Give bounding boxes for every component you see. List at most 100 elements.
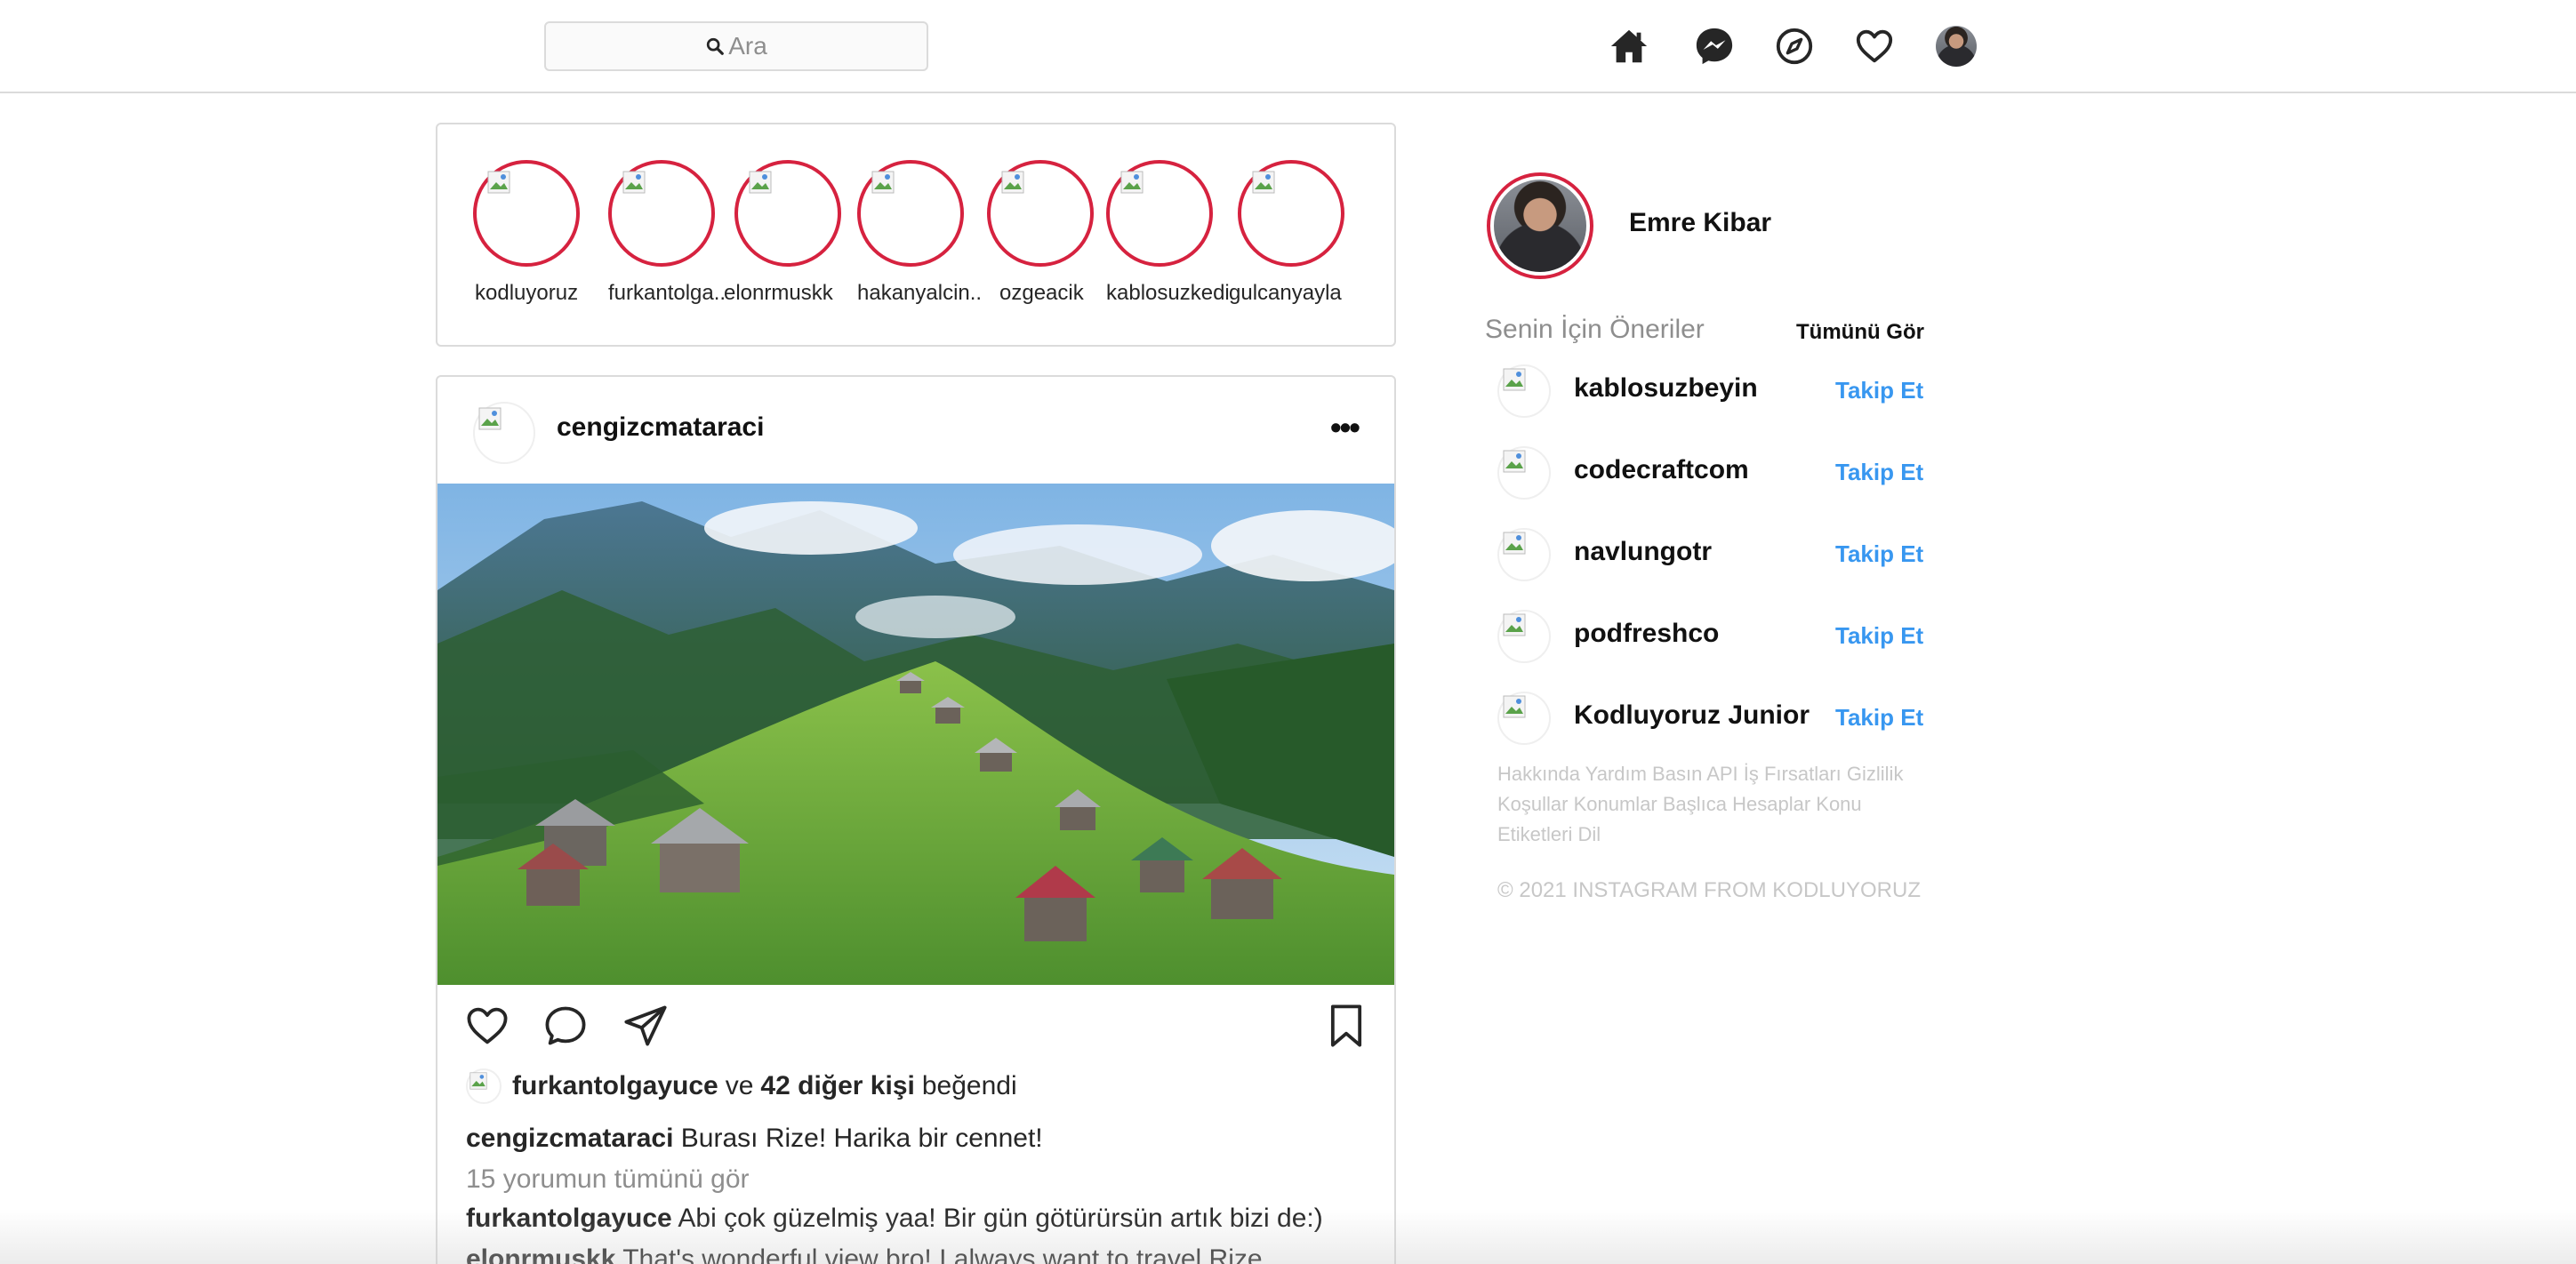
suggestion-username[interactable]: navlungotr (1574, 537, 1712, 567)
suggestion-row: Kodluyoruz Junior Takip Et (1497, 692, 1928, 745)
follow-button[interactable]: Takip Et (1835, 459, 1923, 486)
suggestion-row: navlungotr Takip Et (1497, 528, 1928, 581)
home-icon[interactable] (1608, 25, 1650, 68)
story-ring (1106, 160, 1213, 267)
mountain-village-photo (437, 484, 1394, 985)
likes-summary: furkantolgayuce ve 42 diğer kişi beğendi (466, 1068, 1017, 1104)
story-item[interactable] (857, 160, 964, 267)
see-all-link[interactable]: Tümünü Gör (1796, 320, 1924, 345)
suggestion-username[interactable]: podfreshco (1574, 619, 1719, 649)
suggestion-row: podfreshco Takip Et (1497, 610, 1928, 663)
broken-image-icon (1252, 171, 1275, 194)
story-label: furkantolga.. (608, 281, 726, 305)
suggestion-row: codecraftcom Takip Et (1497, 446, 1928, 500)
profile-avatar[interactable] (1935, 25, 1978, 68)
comment-button[interactable] (542, 1003, 589, 1053)
bookmark-icon (1330, 1004, 1362, 1047)
story-label: gulcanyayla (1229, 281, 1342, 305)
avatar (1936, 26, 1977, 67)
broken-image-icon (871, 171, 895, 194)
suggestion-username[interactable]: codecraftcom (1574, 455, 1749, 485)
story-label: kablosuzkedi (1106, 281, 1230, 305)
broken-image-icon (1503, 613, 1526, 636)
view-all-comments-link[interactable]: 15 yorumun tümünü gör (466, 1164, 750, 1195)
follow-button[interactable]: Takip Et (1835, 704, 1923, 732)
story-item[interactable] (608, 160, 715, 267)
suggestion-username[interactable]: Kodluyoruz Junior (1574, 700, 1810, 731)
post-photo[interactable] (437, 484, 1394, 985)
post-header: cengizcmataraci ••• (437, 377, 1394, 484)
like-button[interactable] (464, 1003, 510, 1053)
broken-image-icon (1503, 450, 1526, 473)
story-label: elonrmuskk (724, 281, 833, 305)
post-caption: cengizcmataraci Burası Rize! Harika bir … (466, 1124, 1043, 1154)
story-item[interactable] (987, 160, 1094, 267)
comment-item: furkantolgayuce Abi çok güzelmiş yaa! Bi… (466, 1204, 1323, 1234)
suggestion-username[interactable]: kablosuzbeyin (1574, 373, 1758, 404)
likes-connector: ve (725, 1071, 754, 1100)
top-navbar: Ara (0, 0, 2576, 93)
liker-username[interactable]: furkantolgayuce (512, 1071, 718, 1101)
suggestion-avatar[interactable] (1497, 528, 1551, 581)
story-item[interactable] (734, 160, 841, 267)
broken-image-icon (478, 407, 502, 430)
broken-image-icon (487, 171, 510, 194)
caption-username[interactable]: cengizcmataraci (466, 1124, 673, 1153)
post-author-username[interactable]: cengizcmataraci (557, 412, 764, 443)
feed-post: cengizcmataraci ••• furkantolgayuce ve 4… (436, 375, 1396, 1264)
comment-text: Abi çok güzelmiş yaa! Bir gün götürürsün… (678, 1204, 1323, 1233)
story-label: ozgeacik (999, 281, 1084, 305)
paper-plane-icon (624, 1005, 667, 1046)
stories-bar: kodluyoruz furkantolga.. elonrmuskk haka… (436, 123, 1396, 347)
likes-suffix: beğendi (921, 1071, 1017, 1100)
story-ring (734, 160, 841, 267)
story-item[interactable] (473, 160, 580, 267)
broken-image-icon (1503, 532, 1526, 555)
suggestion-row: kablosuzbeyin Takip Et (1497, 364, 1928, 418)
comment-item: elonrmuskk That's wonderful view bro! I … (466, 1244, 1263, 1264)
story-ring (857, 160, 964, 267)
story-item[interactable] (1106, 160, 1213, 267)
suggestion-avatar[interactable] (1497, 610, 1551, 663)
search-icon (707, 37, 725, 55)
story-ring (987, 160, 1094, 267)
search-placeholder: Ara (728, 32, 767, 60)
broken-image-icon (1503, 368, 1526, 391)
suggestion-avatar[interactable] (1497, 692, 1551, 745)
follow-button[interactable]: Takip Et (1835, 540, 1923, 568)
liker-avatar[interactable] (466, 1068, 502, 1104)
current-user-avatar[interactable] (1487, 172, 1593, 279)
explore-compass-icon[interactable] (1773, 25, 1816, 68)
comment-text: That's wonderful view bro! I always want… (622, 1244, 1263, 1264)
story-ring (1238, 160, 1344, 267)
story-ring (608, 160, 715, 267)
search-input[interactable]: Ara (544, 21, 928, 71)
current-user-name[interactable]: Emre Kibar (1629, 208, 1771, 238)
heart-icon[interactable] (1853, 25, 1896, 68)
likes-others-count[interactable]: 42 diğer kişi (760, 1071, 914, 1101)
follow-button[interactable]: Takip Et (1835, 377, 1923, 404)
story-label: kodluyoruz (475, 281, 579, 305)
comment-username[interactable]: furkantolgayuce (466, 1204, 672, 1233)
share-button[interactable] (622, 1003, 669, 1053)
follow-button[interactable]: Takip Et (1835, 622, 1923, 650)
broken-image-icon (469, 1072, 487, 1090)
broken-image-icon (749, 171, 772, 194)
broken-image-icon (1001, 171, 1024, 194)
avatar (1494, 180, 1586, 272)
save-button[interactable] (1323, 1003, 1369, 1053)
heart-outline-icon (467, 1007, 508, 1044)
suggestion-avatar[interactable] (1497, 364, 1551, 418)
copyright-text: © 2021 INSTAGRAM FROM KODLUYORUZ (1497, 878, 1921, 902)
story-item[interactable] (1238, 160, 1344, 267)
comment-bubble-icon (545, 1006, 586, 1045)
story-label: hakanyalcin.. (857, 281, 983, 305)
messenger-icon[interactable] (1693, 25, 1736, 68)
caption-text: Burası Rize! Harika bir cennet! (680, 1124, 1043, 1153)
suggestion-avatar[interactable] (1497, 446, 1551, 500)
post-author-avatar[interactable] (473, 402, 535, 464)
more-options-button[interactable]: ••• (1330, 409, 1360, 446)
broken-image-icon (1120, 171, 1144, 194)
footer-links[interactable]: Hakkında Yardım Basın API İş Fırsatları … (1497, 759, 1942, 850)
comment-username[interactable]: elonrmuskk (466, 1244, 615, 1264)
